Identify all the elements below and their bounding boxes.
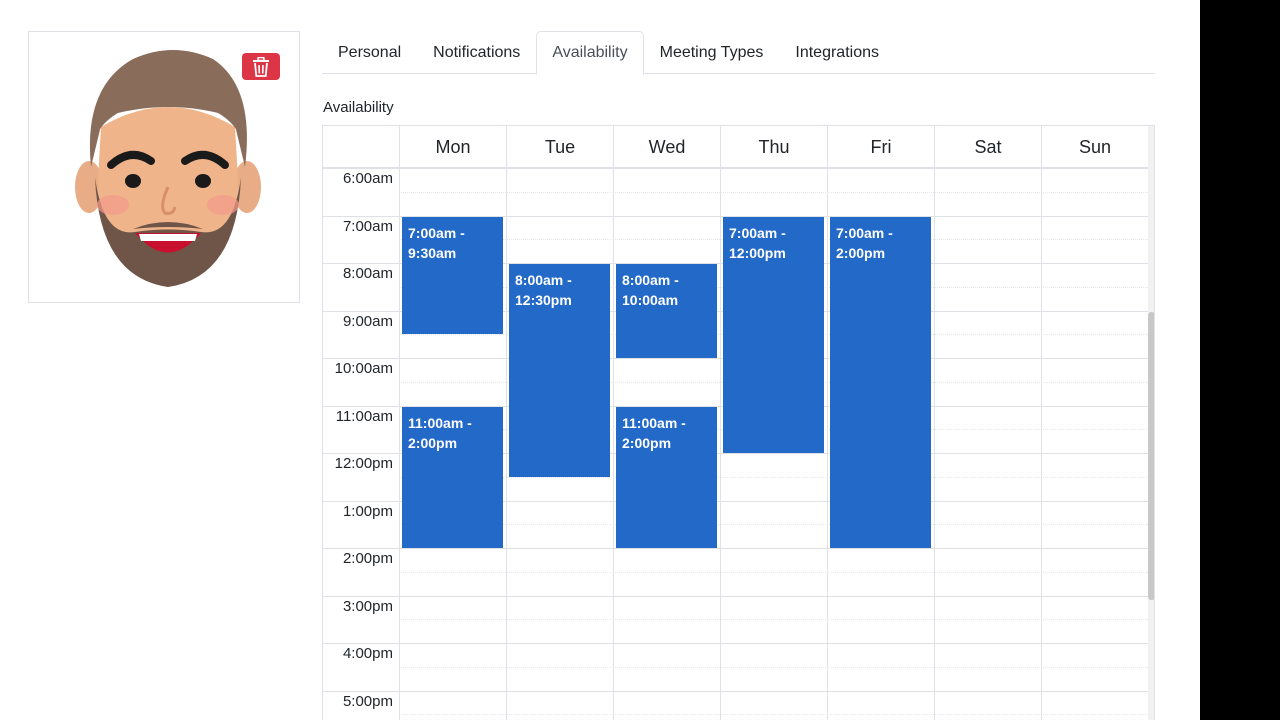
availability-block-end: 9:30am [408, 244, 457, 261]
time-label: 11:00am [335, 407, 393, 425]
tab-availability[interactable]: Availability [536, 31, 644, 75]
calendar-scrollbar-thumb[interactable] [1148, 312, 1154, 600]
half-hour-line [399, 191, 1148, 193]
avatar [75, 50, 261, 287]
availability-block-end: 10:00am [622, 292, 679, 308]
availability-block-tue[interactable]: 8:00am - 12:30pm [509, 264, 610, 477]
time-label: 7:00am [342, 217, 393, 235]
availability-block-fri[interactable]: 7:00am - 2:00pm [830, 216, 931, 548]
availability-block-start: 8:00am - [622, 272, 679, 288]
time-label: 10:00am [334, 360, 393, 377]
day-header-tue: Tue [506, 126, 613, 168]
hour-line [323, 168, 1148, 169]
section-title: Availability [323, 99, 394, 116]
half-hour-line [399, 619, 1148, 621]
day-header-wed: Wed [613, 126, 720, 168]
time-label: 12:00pm [334, 455, 393, 472]
half-hour-line [399, 714, 1148, 716]
half-hour-line [399, 666, 1148, 668]
half-hour-line [399, 524, 1148, 526]
day-header-sat: Sat [934, 126, 1041, 168]
avatar-card [28, 31, 300, 303]
half-hour-line [399, 476, 1148, 478]
tab-notifications[interactable]: Notifications [417, 31, 536, 74]
tab-integrations[interactable]: Integrations [779, 31, 895, 74]
delete-avatar-button[interactable] [242, 53, 280, 80]
availability-block-end: 2:00pm [836, 244, 886, 261]
calendar-header: Mon Tue Wed Thu Fri Sat Sun [323, 126, 1148, 168]
availability-block-mon[interactable]: 7:00am - 9:30am [402, 216, 503, 335]
half-hour-line [399, 571, 1148, 573]
tab-meeting-types[interactable]: Meeting Types [644, 31, 780, 74]
window-edge [1200, 0, 1280, 720]
availability-block-end: 2:00pm [622, 434, 672, 451]
availability-block-wed[interactable]: 11:00am - 2:00pm [616, 406, 717, 548]
tab-personal[interactable]: Personal [322, 31, 417, 74]
time-label: 4:00pm [342, 645, 393, 662]
availability-block-start: 7:00am - [408, 224, 465, 241]
availability-block-end: 12:00pm [729, 244, 786, 261]
day-header-thu: Thu [720, 126, 827, 168]
availability-block-end: 2:00pm [408, 434, 458, 451]
hour-line [323, 643, 1148, 644]
availability-block-start: 11:00am - [408, 414, 472, 431]
hour-line [323, 595, 1148, 597]
availability-block-mon[interactable]: 11:00am - 2:00pm [402, 406, 503, 548]
profile-settings-page: Personal Notifications Availability Meet… [0, 0, 1280, 720]
hour-line [323, 690, 1148, 692]
time-label: 3:00pm [342, 597, 393, 615]
availability-calendar[interactable]: 6:00am 7:00am 8:00am 9:00am 10:00am 11:00am 12… [322, 125, 1155, 720]
day-header-mon: Mon [399, 126, 506, 168]
time-label: 2:00pm [342, 550, 393, 567]
availability-block-end: 12:30pm [515, 292, 572, 308]
time-label: 8:00am [342, 265, 393, 282]
day-header-sun: Sun [1041, 126, 1148, 168]
availability-block-start: 7:00am - [729, 224, 786, 241]
hour-line [323, 548, 1148, 549]
settings-tabs: Personal Notifications Availability Meet… [322, 31, 1155, 75]
time-label: 1:00pm [342, 502, 393, 520]
availability-block-wed[interactable]: 8:00am - 10:00am [616, 264, 717, 358]
day-header-fri: Fri [827, 126, 934, 168]
time-label: 9:00am [342, 312, 393, 330]
availability-block-start: 8:00am - [515, 272, 572, 288]
availability-block-start: 11:00am - [622, 414, 686, 431]
time-label: 5:00pm [342, 692, 393, 710]
availability-block-thu[interactable]: 7:00am - 12:00pm [723, 216, 824, 453]
time-label: 6:00am [342, 170, 393, 187]
trash-icon [253, 56, 269, 77]
availability-block-start: 7:00am - [836, 224, 893, 241]
